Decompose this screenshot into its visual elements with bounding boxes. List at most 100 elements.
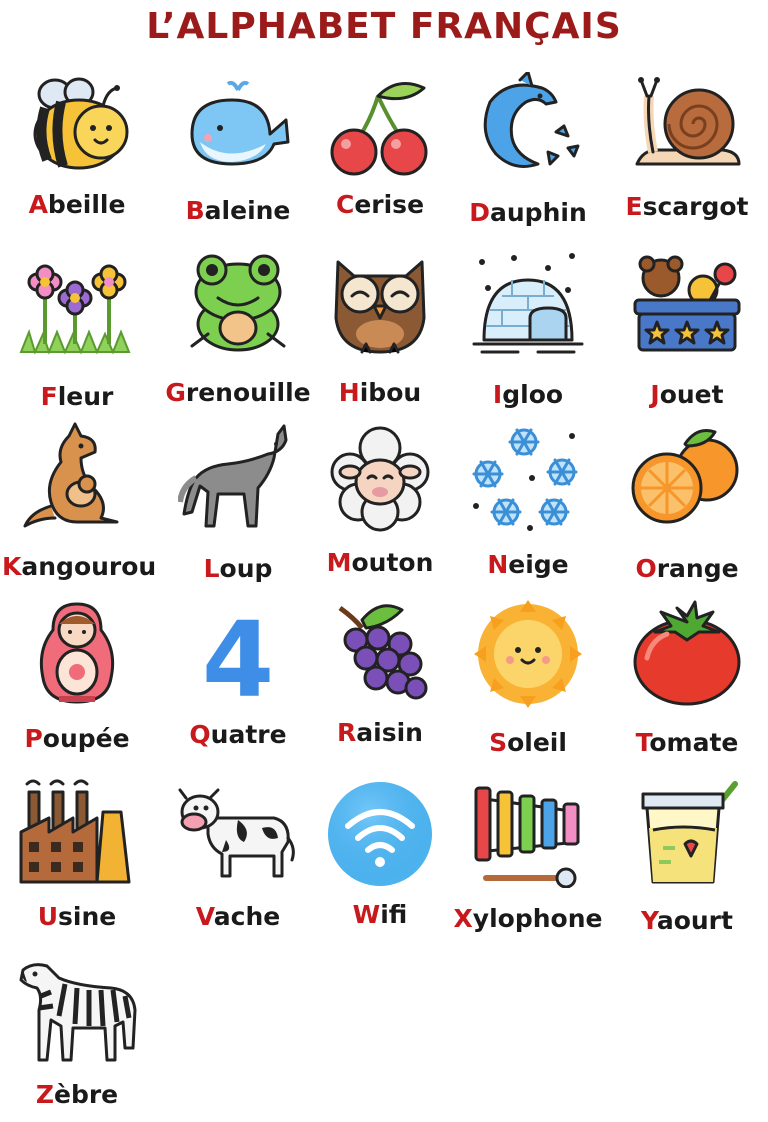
initial-letter: J — [650, 380, 660, 409]
word-rest: outon — [351, 548, 434, 577]
letter-card-t: Tomate — [612, 598, 762, 768]
word-label: Baleine — [163, 196, 313, 225]
word-rest: oup — [219, 554, 273, 583]
word-label: Kangourou — [2, 552, 156, 581]
letter-card-s: Soleil — [453, 598, 603, 768]
snail-icon — [627, 72, 747, 182]
word-label: Neige — [453, 550, 603, 579]
word-label: Xylophone — [453, 904, 603, 933]
tomato-icon — [627, 598, 747, 708]
word-rest: renouille — [185, 378, 311, 407]
initial-letter: C — [335, 190, 355, 219]
dolphin-icon — [468, 72, 588, 182]
initial-letter: M — [326, 548, 352, 577]
letter-card-d: Dauphin — [453, 72, 603, 242]
initial-letter: S — [489, 728, 508, 757]
letter-card-n: Neige — [453, 422, 603, 592]
word-rest: omate — [649, 728, 739, 757]
word-rest: beille — [47, 190, 126, 219]
initial-letter: E — [625, 192, 643, 221]
letter-card-l: Loup — [163, 422, 313, 592]
snowflakes-icon — [468, 422, 588, 532]
word-rest: angourou — [21, 552, 157, 581]
word-rest: oleil — [507, 728, 567, 757]
sun-icon — [468, 598, 588, 708]
word-rest: aisin — [356, 718, 423, 747]
matryoshka-icon — [17, 598, 137, 708]
initial-letter: Q — [189, 720, 211, 749]
word-rest: uatre — [210, 720, 287, 749]
word-rest: eige — [508, 550, 569, 579]
cherry-icon — [320, 72, 440, 182]
letter-card-m: Mouton — [305, 422, 455, 592]
word-label: Orange — [612, 554, 762, 583]
letter-card-b: Baleine — [163, 72, 313, 242]
word-label: Mouton — [305, 548, 455, 577]
initial-letter: I — [492, 380, 503, 409]
word-label: Dauphin — [453, 198, 603, 227]
initial-letter: H — [338, 378, 360, 407]
word-rest: ylophone — [472, 904, 603, 933]
word-rest: sine — [58, 902, 117, 931]
word-label: Tomate — [612, 728, 762, 757]
word-label: Escargot — [612, 192, 762, 221]
letter-card-h: Hibou — [305, 248, 455, 418]
initial-letter: U — [37, 902, 59, 931]
whale-icon — [178, 72, 298, 182]
word-label: Zèbre — [2, 1080, 152, 1109]
word-rest: erise — [354, 190, 425, 219]
letter-card-c: Cerise — [305, 72, 455, 242]
letter-card-f: Fleur — [2, 248, 152, 418]
initial-letter: X — [453, 904, 473, 933]
word-rest: ibou — [359, 378, 422, 407]
word-label: Abeille — [2, 190, 152, 219]
initial-letter: T — [635, 728, 650, 757]
word-rest: aleine — [204, 196, 291, 225]
initial-letter: W — [352, 900, 381, 929]
letter-card-g: Grenouille — [163, 248, 313, 418]
frog-icon — [178, 248, 298, 358]
sheep-icon — [320, 422, 440, 532]
letter-card-y: Yaourt — [612, 778, 762, 948]
cow-icon — [178, 778, 298, 888]
letter-card-r: Raisin — [305, 598, 455, 768]
initial-letter: V — [195, 902, 214, 931]
initial-letter: A — [28, 190, 48, 219]
word-rest: ifi — [380, 900, 408, 929]
word-label: Poupée — [2, 724, 152, 753]
word-label: Igloo — [453, 380, 603, 409]
initial-letter: R — [337, 718, 357, 747]
initial-letter: P — [24, 724, 43, 753]
initial-letter: D — [469, 198, 491, 227]
word-rest: scargot — [642, 192, 749, 221]
letter-card-v: Vache — [163, 778, 313, 948]
word-rest: aourt — [656, 906, 733, 935]
word-rest: oupée — [42, 724, 130, 753]
letter-card-k: Kangourou — [2, 422, 156, 592]
word-label: Jouet — [612, 380, 762, 409]
number-four-glyph: 4 — [202, 599, 274, 708]
factory-icon — [17, 778, 137, 888]
letter-card-u: Usine — [2, 778, 152, 948]
word-rest: gloo — [502, 380, 564, 409]
initial-letter: B — [185, 196, 205, 225]
toy-box-icon — [627, 248, 747, 358]
word-label: Yaourt — [612, 906, 762, 935]
word-rest: leur — [57, 382, 114, 411]
letter-card-a: Abeille — [2, 72, 152, 242]
word-rest: auphin — [490, 198, 587, 227]
word-label: Quatre — [163, 720, 313, 749]
igloo-icon — [468, 248, 588, 358]
word-label: Hibou — [305, 378, 455, 407]
word-label: Usine — [2, 902, 152, 931]
initial-letter: N — [487, 550, 509, 579]
orange-icon — [627, 422, 747, 532]
word-rest: ache — [213, 902, 281, 931]
number-four-icon: 4 — [178, 598, 298, 708]
page-title: L’ALPHABET FRANÇAIS — [146, 6, 622, 47]
bee-icon — [17, 72, 137, 182]
word-label: Raisin — [305, 718, 455, 747]
word-label: Grenouille — [163, 378, 313, 407]
word-label: Wifi — [305, 900, 455, 929]
word-rest: èbre — [54, 1080, 119, 1109]
